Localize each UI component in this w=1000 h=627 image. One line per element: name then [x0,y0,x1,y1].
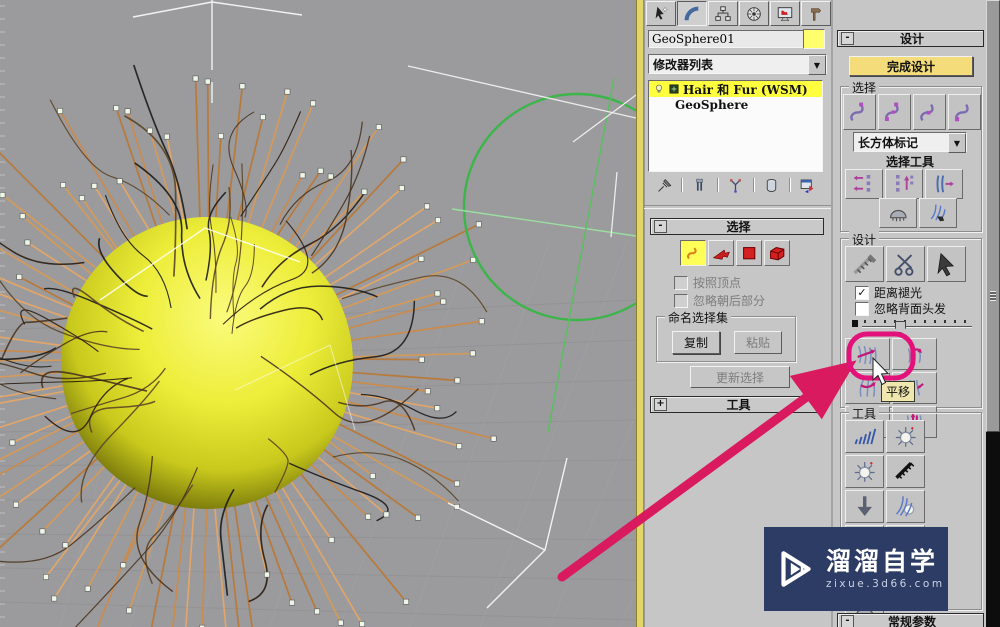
modifier-list-dropdown[interactable]: 修改器列表 ▼ [648,54,827,75]
remove-modifier-button[interactable] [759,175,783,195]
select-vertex-icon[interactable] [913,94,946,130]
collapse-icon[interactable]: - [654,220,667,233]
checkbox-checked-icon[interactable]: ✓ [855,285,869,300]
select-whole-guide-icon[interactable] [878,94,911,130]
modifier-stack[interactable]: Hair 和 Fur (WSM) GeoSphere [648,80,823,172]
by-vertex-checkbox[interactable]: 按照顶点 [674,274,741,291]
update-selection-button[interactable]: 更新选择 [690,366,790,388]
checkbox-icon[interactable] [674,275,688,290]
watermark: 溜溜自学 zixue.3d66.com [764,527,948,611]
attenuate-tool[interactable] [886,420,925,453]
separator [644,205,832,209]
separator [788,178,790,192]
modifier-label: GeoSphere [675,98,749,112]
select-polygon-mode-button[interactable] [736,240,762,266]
chevron-down-icon[interactable]: ▼ [948,133,966,153]
recomb-tool[interactable] [886,455,925,488]
collapse-icon[interactable]: - [841,615,854,627]
stand-brush-button[interactable] [892,338,937,370]
utilities-tab[interactable] [801,1,831,26]
chevron-down-icon[interactable]: ▼ [808,55,826,75]
pin-stack-button[interactable] [652,175,676,195]
display-tab[interactable] [770,1,800,26]
slider-ticks [864,320,970,323]
modifier-list-label: 修改器列表 [653,57,714,72]
selection-tool-icons [845,169,963,199]
marker-display-dropdown[interactable]: 长方体标记 ▼ [853,132,967,153]
modifier-stack-toolbar [648,174,823,196]
copy-button[interactable]: 复制 [672,331,720,354]
brush-size-slider[interactable] [852,316,972,333]
select-tip-icon[interactable] [843,94,876,130]
hair-scale-tool[interactable] [845,420,884,453]
guide-select-icons [843,94,981,130]
modifier-stack-row[interactable]: Hair 和 Fur (WSM) [649,81,822,97]
reset-rest-tool[interactable] [845,490,884,523]
separator [681,178,683,192]
rotate-selection-icon[interactable] [885,169,923,199]
design-rollout-header[interactable]: - 设计 [837,30,984,47]
modify-tab[interactable] [677,1,707,26]
style-hair-button[interactable] [845,246,884,282]
checkbox-icon[interactable] [855,301,869,316]
ignore-back-hairs-checkbox[interactable]: 忽略背面头发 [855,300,946,317]
expand-selection-icon[interactable] [925,169,963,199]
hide-selected-icon[interactable] [879,198,917,228]
selection-rollout-header[interactable]: - 选择 [650,218,824,235]
make-unique-button[interactable] [724,175,748,195]
translate-brush-button[interactable] [845,338,890,370]
create-tab[interactable] [646,1,676,26]
play-logo-icon [781,551,811,587]
paste-button[interactable]: 粘贴 [734,331,782,354]
ignore-backfacing-checkbox[interactable]: 忽略朝后部分 [674,292,765,309]
slider-zero-mark [852,320,858,327]
styling-mode-icons [845,246,966,282]
collapse-icon[interactable]: - [841,32,854,45]
panel-scrollbar[interactable] [986,0,1000,627]
hierarchy-tab[interactable] [708,1,738,26]
finish-styling-button[interactable]: 完成设计 [849,56,973,76]
select-face-mode-button[interactable] [708,240,734,266]
motion-tab[interactable] [739,1,769,26]
tooltip: 平移 [881,381,916,402]
cut-hair-button[interactable] [886,246,925,282]
show-hidden-icon[interactable] [919,198,957,228]
slider-rail [862,326,972,327]
group-title: 命名选择集 [665,309,732,326]
general-parameters-rollout-header[interactable]: - 常规参数 [837,613,984,627]
invert-selection-icon[interactable] [845,169,883,199]
select-element-mode-button[interactable] [764,240,790,266]
separator [717,178,719,192]
select-hair-button[interactable] [927,246,966,282]
configure-modifier-sets-button[interactable] [795,175,819,195]
object-name-field[interactable] [648,30,804,48]
hair-groom-tool[interactable] [886,490,925,523]
scrollbar-thumb[interactable] [986,0,1000,432]
pop-zero-tool[interactable] [845,455,884,488]
modifier-label: Hair 和 Fur (WSM) [683,82,808,97]
select-root-icon[interactable] [948,94,981,130]
viewport-canvas[interactable] [0,0,785,627]
selection-mode-icons [680,240,790,266]
scrollbar-grip-icon [990,291,996,301]
watermark-title: 溜溜自学 [826,546,939,576]
select-guides-mode-button[interactable] [680,240,706,266]
watermark-url: zixue.3d66.com [826,577,945,590]
modifier-stack-row[interactable]: GeoSphere [649,97,822,113]
tools-rollout-header[interactable]: + 工具 [650,396,824,413]
checkbox-icon[interactable] [674,293,688,308]
viewport-3d[interactable] [0,0,785,627]
expand-icon[interactable]: + [654,398,667,411]
selection-tools-label: 选择工具 [885,155,934,169]
distance-fade-checkbox[interactable]: ✓ 距离褪光 [855,284,922,301]
slider-handle[interactable] [895,321,906,333]
separator [752,178,754,192]
3dsmax-window: 修改器列表 ▼ Hair 和 Fur (WSM)GeoSphere - 选择 按… [0,0,1000,627]
show-end-result-button[interactable] [688,175,712,195]
object-color-swatch[interactable] [803,29,825,49]
selection-extra-icons [879,198,957,228]
command-panel-tabs [646,1,831,26]
